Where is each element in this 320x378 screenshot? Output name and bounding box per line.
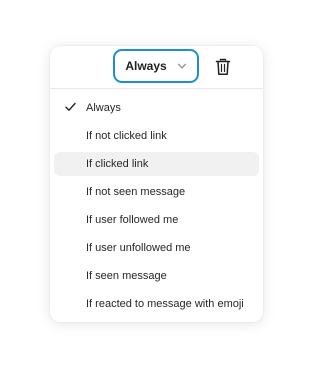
- menu-item-if-seen-message[interactable]: If seen message: [54, 264, 259, 288]
- menu-item-label: If reacted to message with emoji: [86, 298, 244, 310]
- menu-item-label: Always: [86, 102, 121, 114]
- card-header: Always: [50, 46, 263, 89]
- menu-item-if-user-unfollowed-me[interactable]: If user unfollowed me: [54, 236, 259, 260]
- menu-item-label: If clicked link: [86, 158, 149, 170]
- menu-item-label: If user followed me: [86, 214, 179, 226]
- menu-item-label: If seen message: [86, 270, 167, 282]
- chevron-down-icon: [177, 63, 186, 69]
- checkmark-icon: [65, 102, 76, 111]
- menu-item-label: If not clicked link: [86, 130, 167, 142]
- menu-item-if-reacted-to-message-with-emoji[interactable]: If reacted to message with emoji: [54, 292, 259, 316]
- condition-select-button[interactable]: Always: [113, 49, 199, 83]
- condition-select-value: Always: [125, 59, 167, 73]
- menu-item-label: If user unfollowed me: [86, 242, 191, 254]
- trash-icon[interactable]: [215, 58, 231, 76]
- menu-item-if-not-clicked-link[interactable]: If not clicked link: [54, 124, 259, 148]
- menu-item-if-user-followed-me[interactable]: If user followed me: [54, 208, 259, 232]
- condition-dropdown-card: Always Always If not clicked link If cli…: [50, 46, 263, 322]
- menu-item-if-clicked-link[interactable]: If clicked link: [54, 152, 259, 176]
- menu-item-if-not-seen-message[interactable]: If not seen message: [54, 180, 259, 204]
- condition-options-menu: Always If not clicked link If clicked li…: [50, 96, 263, 320]
- menu-item-label: If not seen message: [86, 186, 186, 198]
- menu-item-always[interactable]: Always: [54, 96, 259, 120]
